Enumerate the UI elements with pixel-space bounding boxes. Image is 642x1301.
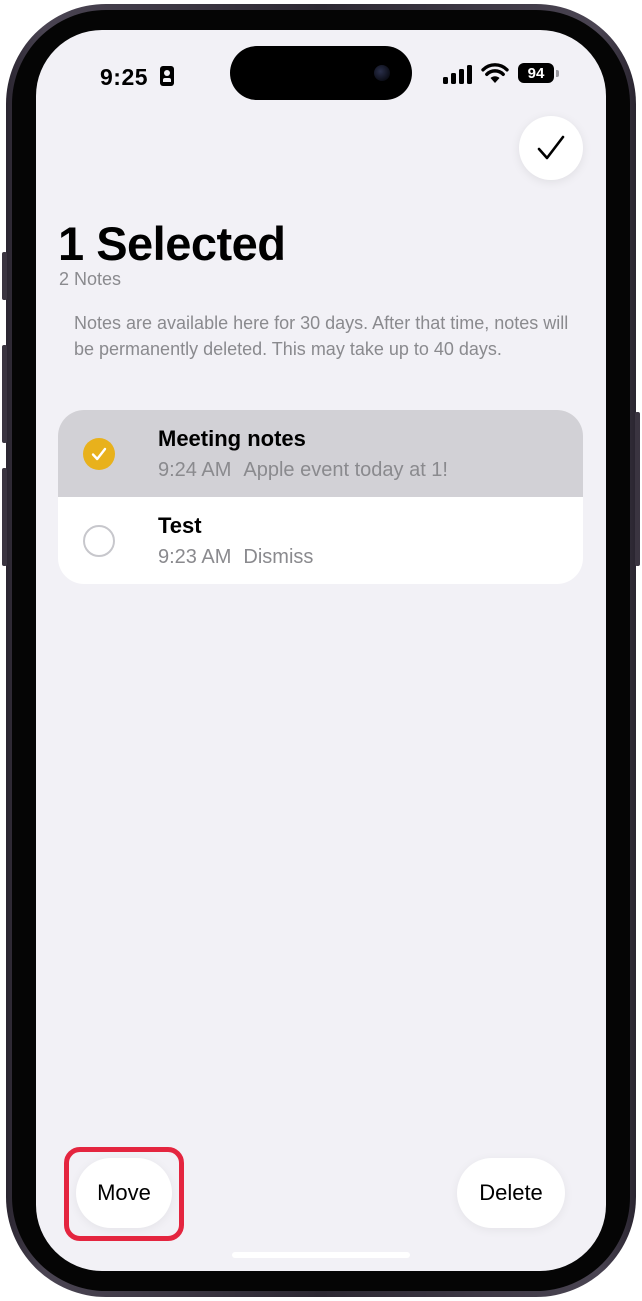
note-row-meeting-notes[interactable]: Meeting notes 9:24 AM Apple event today a… xyxy=(58,410,583,497)
notes-count: 2 Notes xyxy=(59,269,122,289)
wifi-icon xyxy=(481,63,509,83)
power-button xyxy=(635,412,640,566)
done-button[interactable] xyxy=(519,116,583,180)
home-indicator[interactable] xyxy=(232,1252,410,1258)
checkmark-icon xyxy=(91,447,107,461)
battery-indicator: 94 xyxy=(518,63,554,83)
note-title: Test xyxy=(158,513,202,538)
screen: 9:25 94 1 Selected 2 Notes Notes are ava… xyxy=(36,30,606,1271)
cellular-signal-icon xyxy=(443,64,473,84)
note-row-test[interactable]: Test 9:23 AM Dismiss xyxy=(58,497,583,584)
notes-list: Meeting notes 9:24 AM Apple event today a… xyxy=(58,410,583,584)
note-preview: Apple event today at 1! xyxy=(243,459,448,481)
note-time: 9:24 AM xyxy=(158,459,232,481)
unselected-circle-icon[interactable] xyxy=(83,525,115,557)
battery-tip xyxy=(556,70,559,77)
checkmark-icon xyxy=(537,135,565,160)
status-time: 9:25 xyxy=(100,64,149,90)
dynamic-island xyxy=(230,46,412,100)
note-preview: Dismiss xyxy=(243,546,314,568)
note-time: 9:23 AM xyxy=(158,546,232,568)
page-title: 1 Selected xyxy=(58,217,286,270)
selected-check-icon[interactable] xyxy=(83,438,115,470)
volume-up-button xyxy=(2,345,7,443)
note-title: Meeting notes xyxy=(158,426,306,451)
move-button-highlight xyxy=(64,1147,184,1241)
action-button xyxy=(2,252,7,300)
note-meta: 9:23 AM Dismiss xyxy=(158,546,313,569)
note-meta: 9:24 AM Apple event today at 1! xyxy=(158,459,448,482)
deletion-info-text: Notes are available here for 30 days. Af… xyxy=(74,313,569,359)
volume-down-button xyxy=(2,468,7,566)
delete-button[interactable]: Delete xyxy=(457,1158,565,1228)
contact-card-icon xyxy=(160,66,174,86)
